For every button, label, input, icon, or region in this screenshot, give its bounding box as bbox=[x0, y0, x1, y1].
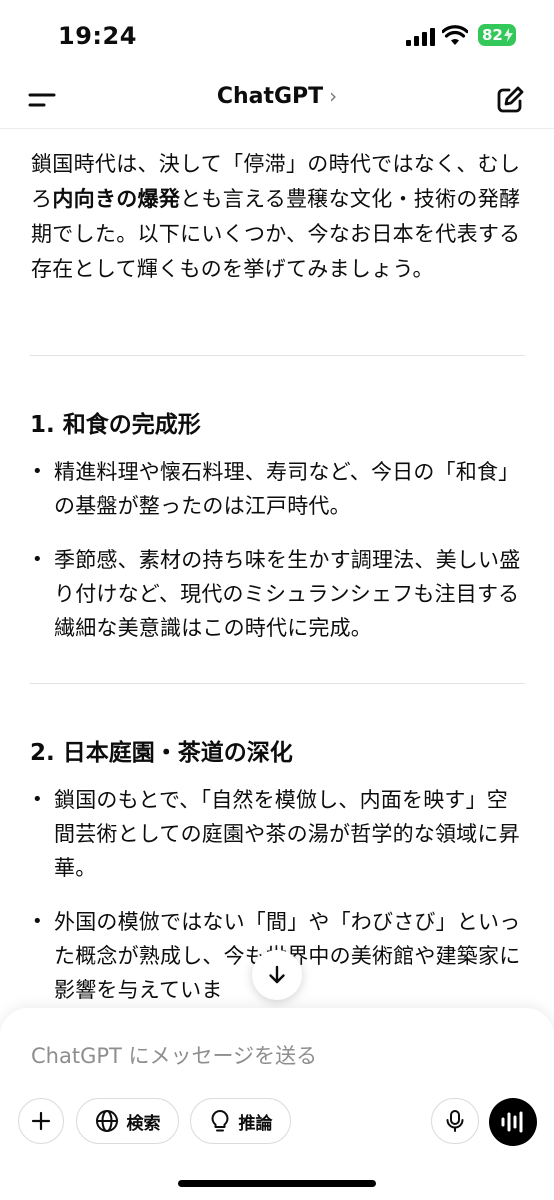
new-chat-icon[interactable] bbox=[494, 84, 526, 116]
reason-button-label: 推論 bbox=[238, 1113, 273, 1134]
voice-mode-button[interactable] bbox=[489, 1098, 537, 1146]
scroll-to-bottom-button[interactable] bbox=[252, 950, 302, 1000]
status-bar: 19:24 82 bbox=[0, 0, 554, 72]
status-time: 19:24 bbox=[58, 22, 137, 50]
list-item: • 季節感、素材の持ち味を生かす調理法、美しい盛り付けなど、現代のミシュランシェフ… bbox=[30, 543, 525, 645]
list-item-text: 精進料理や懐石料理、寿司など、今日の「和食」の基盤が整ったのは江戸時代。 bbox=[54, 460, 520, 518]
list-item-text: 鎖国のもとで、「自然を模倣し、内面を映す」空間芸術としての庭園や茶の湯が哲学的な… bbox=[54, 788, 520, 880]
bullet-list: • 精進料理や懐石料理、寿司など、今日の「和食」の基盤が整ったのは江戸時代。 • 季… bbox=[30, 455, 525, 665]
search-button[interactable]: 検索 bbox=[76, 1098, 179, 1144]
arrow-down-icon bbox=[269, 965, 285, 984]
globe-icon bbox=[95, 1110, 118, 1132]
message-content: 鎖国時代は、決して「停滞」の時代ではなく、むしろ内向きの爆発とも言える豊穣な文化… bbox=[0, 129, 554, 1009]
battery-indicator: 82 bbox=[478, 24, 516, 46]
list-item: • 鎖国のもとで、「自然を模倣し、内面を映す」空間芸術としての庭園や茶の湯が哲学的… bbox=[30, 783, 525, 885]
section-divider bbox=[30, 355, 525, 356]
section-heading: 2. 日本庭園・茶道の深化 bbox=[30, 740, 293, 766]
chevron-right-icon: › bbox=[329, 84, 338, 108]
section-divider bbox=[30, 683, 525, 684]
intro-bold-text: 内向きの爆発 bbox=[52, 187, 181, 211]
message-input[interactable]: ChatGPT にメッセージを送る bbox=[31, 1040, 317, 1070]
cellular-signal-icon bbox=[406, 28, 435, 46]
list-item-text: 季節感、素材の持ち味を生かす調理法、美しい盛り付けなど、現代のミシュランシェフも… bbox=[54, 548, 521, 640]
charging-bolt-icon bbox=[504, 28, 513, 42]
model-selector[interactable]: ChatGPT › bbox=[0, 84, 554, 109]
bullet-dot: • bbox=[32, 911, 43, 932]
dictation-button[interactable] bbox=[431, 1098, 479, 1144]
voice-mode-icon bbox=[501, 1111, 523, 1133]
lightbulb-icon bbox=[211, 1110, 228, 1132]
wifi-icon bbox=[442, 25, 468, 45]
bullet-dot: • bbox=[32, 789, 43, 810]
attach-button[interactable] bbox=[18, 1098, 64, 1144]
home-indicator bbox=[178, 1180, 376, 1187]
reason-button[interactable]: 推論 bbox=[190, 1098, 291, 1144]
app-title: ChatGPT bbox=[216, 84, 324, 109]
search-button-label: 検索 bbox=[126, 1113, 161, 1134]
battery-level: 82 bbox=[482, 26, 503, 44]
section-heading: 1. 和食の完成形 bbox=[30, 412, 201, 438]
intro-paragraph: 鎖国時代は、決して「停滞」の時代ではなく、むしろ内向きの爆発とも言える豊穣な文化… bbox=[31, 147, 523, 287]
list-item: • 精進料理や懐石料理、寿司など、今日の「和食」の基盤が整ったのは江戸時代。 bbox=[30, 455, 525, 523]
microphone-icon bbox=[446, 1110, 464, 1132]
bullet-dot: • bbox=[32, 461, 43, 482]
bullet-dot: • bbox=[32, 549, 43, 570]
message-composer: ChatGPT にメッセージを送る 検索 推論 bbox=[0, 1008, 554, 1200]
top-nav: ChatGPT › bbox=[0, 72, 554, 129]
plus-icon bbox=[31, 1111, 51, 1131]
